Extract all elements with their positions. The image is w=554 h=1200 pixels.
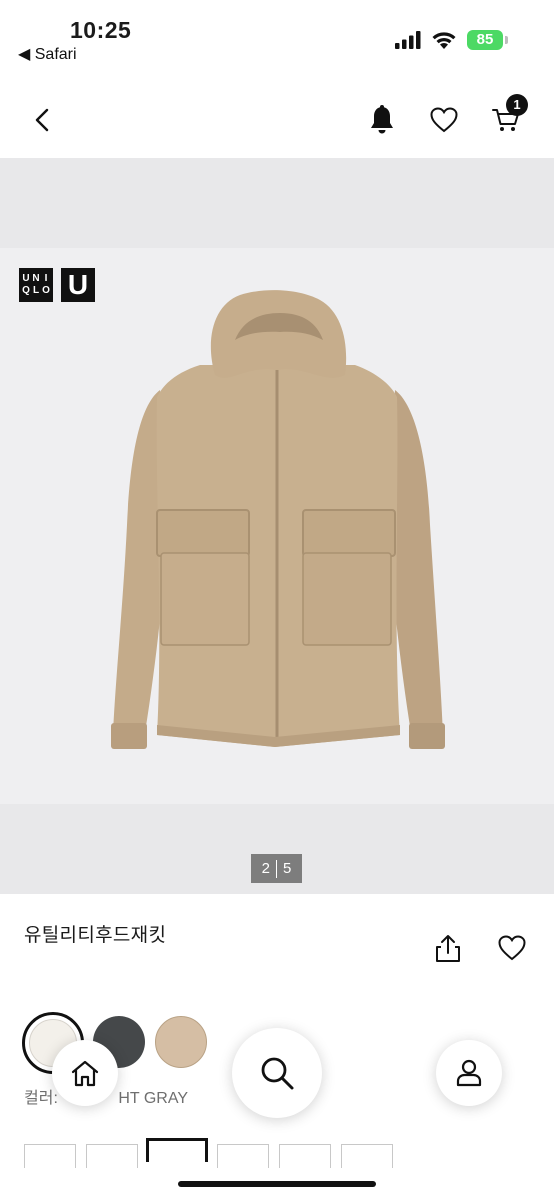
cellular-signal-icon — [395, 31, 421, 49]
size-option[interactable] — [217, 1144, 269, 1168]
size-option[interactable] — [279, 1144, 331, 1168]
color-label-prefix: 컬러: — [24, 1090, 58, 1107]
color-label-value: HT GRAY — [118, 1090, 188, 1107]
app-header: 1 — [0, 80, 554, 158]
account-button[interactable] — [436, 1040, 502, 1106]
image-pager: 2 5 — [251, 854, 302, 883]
heart-icon — [430, 107, 458, 133]
share-button[interactable] — [430, 930, 466, 966]
home-indicator — [178, 1181, 376, 1187]
pager-current: 2 — [261, 860, 270, 877]
notifications-button[interactable] — [362, 100, 402, 140]
size-option-selected[interactable] — [146, 1138, 208, 1162]
product-image-jacket — [111, 290, 445, 749]
status-bar: 10:25 ◀ Safari 85 — [0, 0, 554, 70]
battery-nub — [505, 36, 508, 44]
product-title: 유틸리티후드재킷 — [24, 925, 167, 946]
wifi-icon — [432, 32, 456, 49]
home-icon — [71, 1060, 99, 1087]
uniqlo-logo-text: UNIQLO — [22, 273, 50, 296]
bell-icon — [371, 105, 393, 134]
back-button[interactable] — [22, 100, 62, 140]
status-time: 10:25 — [70, 17, 132, 43]
pager-divider — [276, 859, 277, 878]
search-button[interactable] — [232, 1028, 322, 1118]
cart-count-badge: 1 — [506, 94, 528, 116]
chevron-left-icon — [35, 108, 49, 132]
uniqlo-u-logo-text: U — [67, 269, 89, 300]
brand-logo: UNIQLO U — [19, 268, 95, 302]
heart-icon — [498, 935, 526, 961]
uniqlo-u-logo: U — [61, 268, 95, 302]
uniqlo-logo: UNIQLO — [19, 268, 53, 302]
favorite-button[interactable] — [494, 930, 530, 966]
pager-total: 5 — [283, 860, 292, 877]
home-button[interactable] — [52, 1040, 118, 1106]
color-swatch-beige[interactable] — [155, 1016, 207, 1068]
wishlist-button[interactable] — [424, 100, 464, 140]
back-to-app-link[interactable]: ◀ Safari — [18, 44, 77, 64]
size-option[interactable] — [24, 1144, 76, 1168]
share-icon — [436, 935, 460, 962]
battery-level: 85 — [467, 30, 503, 50]
size-option[interactable] — [341, 1144, 393, 1168]
status-indicators: 85 — [395, 30, 508, 50]
user-icon — [456, 1059, 482, 1087]
battery-indicator: 85 — [467, 30, 508, 50]
size-options — [24, 1138, 404, 1168]
search-icon — [261, 1057, 294, 1090]
cart-button[interactable]: 1 — [486, 94, 528, 140]
size-option[interactable] — [86, 1144, 138, 1168]
